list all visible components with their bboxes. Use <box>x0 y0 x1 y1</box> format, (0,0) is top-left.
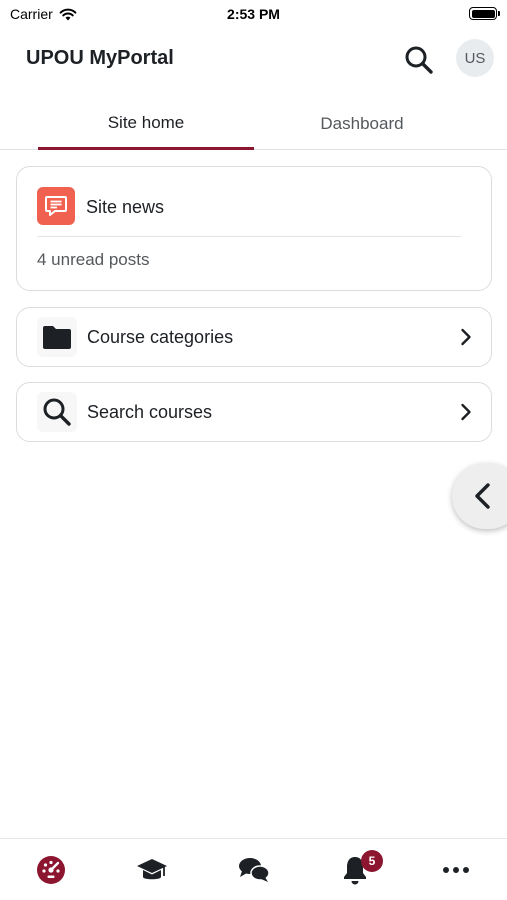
search-courses-label: Search courses <box>87 402 213 422</box>
notification-badge: 5 <box>361 850 383 872</box>
course-categories-label: Course categories <box>87 327 234 347</box>
chevron-left-icon <box>475 483 490 509</box>
dashboard-gauge-icon <box>37 856 65 884</box>
search-icon <box>405 46 433 74</box>
divider <box>37 236 461 237</box>
nav-notifications[interactable]: 5 <box>335 850 383 887</box>
bottom-tab-bar: 5 <box>0 838 507 900</box>
graduation-cap-icon <box>137 859 167 880</box>
folder-icon <box>37 317 77 357</box>
avatar-initials: US <box>464 49 486 67</box>
search-courses-link[interactable]: Search courses <box>16 382 492 442</box>
user-avatar[interactable]: US <box>456 39 494 77</box>
block-drawer-toggle[interactable] <box>452 463 507 529</box>
course-categories-link[interactable]: Course categories <box>16 307 492 367</box>
chevron-right-icon <box>457 401 475 423</box>
site-news-title: Site news <box>86 197 165 217</box>
nav-my-courses[interactable] <box>132 853 172 887</box>
battery-icon <box>469 7 500 20</box>
more-dots-icon <box>443 867 469 873</box>
tab-dashboard[interactable]: Dashboard <box>254 98 470 150</box>
nav-messages[interactable] <box>234 853 274 887</box>
app-title: UPOU MyPortal <box>26 47 174 69</box>
main-tabs: Site home Dashboard <box>0 98 507 150</box>
header-search-button[interactable] <box>400 41 438 79</box>
chat-bubbles-icon <box>239 858 270 882</box>
unread-posts-count: 4 unread posts <box>37 250 150 269</box>
search-icon <box>37 392 77 432</box>
status-bar: Carrier 2:53 PM <box>0 0 507 28</box>
nav-more[interactable] <box>436 853 476 887</box>
status-time: 2:53 PM <box>227 6 280 22</box>
site-news-header: Site news <box>17 167 491 237</box>
tab-site-home[interactable]: Site home <box>38 98 254 150</box>
nav-home[interactable] <box>31 853 71 887</box>
news-icon <box>37 187 75 225</box>
chevron-right-icon <box>457 326 475 348</box>
app-header: UPOU MyPortal US <box>0 36 507 82</box>
site-news-card[interactable]: Site news 4 unread posts <box>16 166 492 291</box>
